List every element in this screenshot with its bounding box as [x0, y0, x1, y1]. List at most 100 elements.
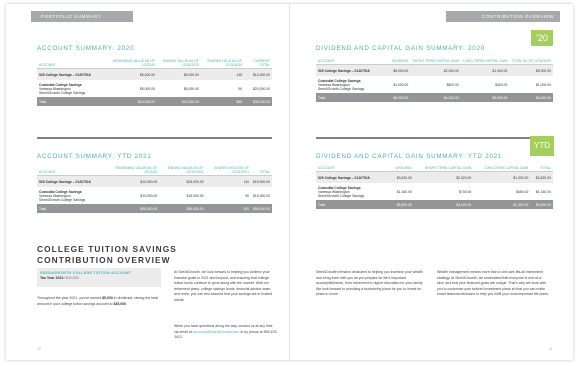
page-number-left: 10: [37, 347, 41, 351]
table-row: 529 College Savings – 01207516 $5,000.00…: [316, 64, 553, 76]
total-cell: $55,000.00: [159, 204, 206, 213]
value-cell: $600.00: [446, 82, 459, 87]
total-cell: $55,000.00: [250, 204, 272, 213]
total-cell: $3,000.00: [460, 93, 510, 102]
column-header: SHARES HELD AS OF 12/31/2020: [200, 58, 245, 69]
title-line: CONTRIBUTION OVERVIEW: [37, 254, 171, 265]
year-2020-badge: '20: [531, 30, 553, 46]
table-row: 529 College Savings – 01207516 $3,620.00…: [316, 171, 553, 183]
value-cell: $10,000.00: [244, 68, 272, 80]
value-cell: $460.00: [516, 189, 529, 194]
value-cell: 90: [238, 86, 243, 91]
account-plan: Seed4Growth College Savings: [318, 86, 365, 91]
page-gutter: [289, 4, 290, 360]
total-cell: $6,000.00: [390, 93, 411, 102]
total-cell: $35,000.00: [244, 97, 272, 106]
value-cell: $5,000.00: [111, 68, 157, 80]
college-tuition-title: COLLEGE TUITION SAVINGS CONTRIBUTION OVE…: [37, 244, 177, 265]
title-line: COLLEGE TUITION SAVINGS: [37, 244, 177, 254]
value-cell: $15,000.00: [159, 175, 206, 187]
value-cell: $15,000.00: [253, 193, 270, 198]
value-cell: $2,000.00: [410, 64, 461, 76]
column-header: CURRENT TOTAL: [244, 58, 272, 69]
table-row: 529 College Savings – 01207516 $10,000.0…: [37, 175, 272, 187]
total-label: Total: [316, 93, 390, 102]
total-row: Total $55,000.00 $55,000.00 200 $55,000.…: [37, 204, 272, 213]
table-row: Custodial College Savings Vanessa Washing…: [316, 76, 553, 93]
tax-year-label: Tax Year 2021:: [40, 276, 65, 280]
total-cell: $6,000.00: [509, 93, 553, 102]
intro-text: Throughout the year 2021, you've earned: [37, 296, 103, 300]
value-cell: $5,000.00: [509, 64, 553, 76]
value-cell: 125: [200, 68, 245, 80]
column-header: SHARES HELD AS OF 12/31/2021: [205, 165, 251, 176]
total-cell: 200: [205, 204, 251, 213]
column-header: ACCOUNT: [37, 58, 111, 69]
value-cell: $700.00: [459, 189, 472, 194]
table-row: Custodial College Savings Vanessa Washing…: [316, 183, 553, 200]
header-portfolio-summary: PORTFOLIO SUMMARY: [31, 11, 133, 22]
intro-paragraph: Throughout the year 2021, you've earned …: [37, 296, 165, 307]
dedication-paragraph: Seed4Growth remains dedicated to helping…: [316, 270, 424, 296]
tax-year-value: $35,000: [65, 276, 79, 280]
value-cell: $15,000.00: [250, 175, 272, 187]
goals-paragraph: At Seed4Growth, we look forward to helpi…: [174, 270, 273, 302]
account-cell: Custodial College Savings Vanessa Washing…: [37, 187, 111, 204]
total-cell: $55,000.00: [111, 204, 160, 213]
total-cell: $4,200.00: [410, 93, 461, 102]
table-row: Custodial College Savings Vanessa Washing…: [37, 187, 272, 204]
value-cell: $5,000.00: [156, 68, 201, 80]
account-cell: 529 College Savings – 01207516: [316, 171, 390, 183]
account-summary-ytd-title: ACCOUNT SUMMARY: YTD 2021: [37, 153, 152, 160]
intro-text: .: [126, 301, 128, 306]
value-cell: $5,000.00: [183, 86, 199, 91]
value-cell: $1,160.00: [535, 189, 551, 194]
total-row: Total $10,000.00 $10,000.00 $65 $35,000.…: [37, 97, 272, 106]
account-plan: Seed4Growth College Savings: [39, 197, 86, 202]
header-contribution-overview: CONTRIBUTION OVERVIEW: [446, 11, 560, 22]
value-cell: $1,400.00: [460, 64, 510, 76]
account-summary-2020-title: ACCOUNT SUMMARY: 2020: [37, 45, 135, 52]
page-number-right: 11: [549, 347, 553, 351]
column-header: ACCOUNT: [37, 165, 111, 176]
value-cell: $5,000.00: [139, 86, 155, 91]
email-link[interactable]: accounts@Seed4Growth.com: [193, 330, 240, 334]
contact-paragraph: When you have questions along the way, c…: [174, 324, 278, 341]
account-cell: Custodial College Savings Vanessa Washing…: [37, 80, 111, 97]
account-cell: Custodial College Savings Vanessa Washing…: [316, 76, 390, 93]
value-cell: $3,620.00: [530, 171, 553, 183]
section-divider: [316, 137, 531, 139]
value-cell: $15,000.00: [186, 193, 204, 198]
value-cell: $1,000.00: [535, 82, 551, 87]
account-cell: Custodial College Savings Vanessa Washing…: [316, 183, 390, 200]
total-cell: $1,300.00: [473, 200, 531, 209]
total-label: Total: [37, 204, 111, 213]
value-cell: 110: [205, 175, 251, 187]
value-cell: $20,000.00: [253, 86, 270, 91]
value-cell: $5,000.00: [390, 64, 411, 76]
wealth-paragraph: Wealth management means more than a one-…: [437, 270, 549, 296]
account-plan: Seed4Growth College Savings: [318, 193, 365, 198]
value-cell: $1,000.00: [393, 82, 409, 87]
total-label: Total: [316, 200, 390, 209]
total-label: Total: [37, 97, 111, 106]
total-cell: $65: [200, 97, 245, 106]
value-cell: $10,000.00: [111, 175, 160, 187]
value-cell: $400.00: [495, 82, 508, 87]
account-cell: 529 College Savings – 01207516: [316, 64, 390, 76]
dividend-summary-2020-table: ACCOUNT DIVIDEND SHORT-TERM CAPITAL GAIN…: [316, 58, 553, 102]
column-header: ENDING VALUE AS OF 12/31/2021: [159, 165, 206, 176]
tuition-account-box: SEED4GROWTH COLLEGE TUITION ACCOUNT Tax …: [37, 268, 161, 287]
table-header-row: ACCOUNT BEGINNING VALUE AS OF 1/1/2021 E…: [37, 165, 272, 176]
value-cell: $10,000.00: [140, 193, 158, 198]
total-cell: $10,000.00: [111, 97, 157, 106]
value-cell: $2,320.00: [413, 171, 474, 183]
total-cell: $5,800.00: [530, 200, 553, 209]
column-header: BEGINNING VALUE AS OF 1/1/2021: [111, 165, 160, 176]
total-cell: $10,000.00: [156, 97, 201, 106]
dividend-summary-ytd-table: ACCOUNT DIVIDEND SHORT-TERM CAPITAL GAIN…: [316, 165, 553, 209]
total-amount: $35,000: [113, 301, 127, 306]
table-row: 529 College Savings – 01207516 $5,000.00…: [37, 68, 272, 80]
section-divider: [37, 137, 272, 139]
total-row: Total $6,000.00 $4,200.00 $3,000.00 $6,0…: [316, 93, 553, 102]
